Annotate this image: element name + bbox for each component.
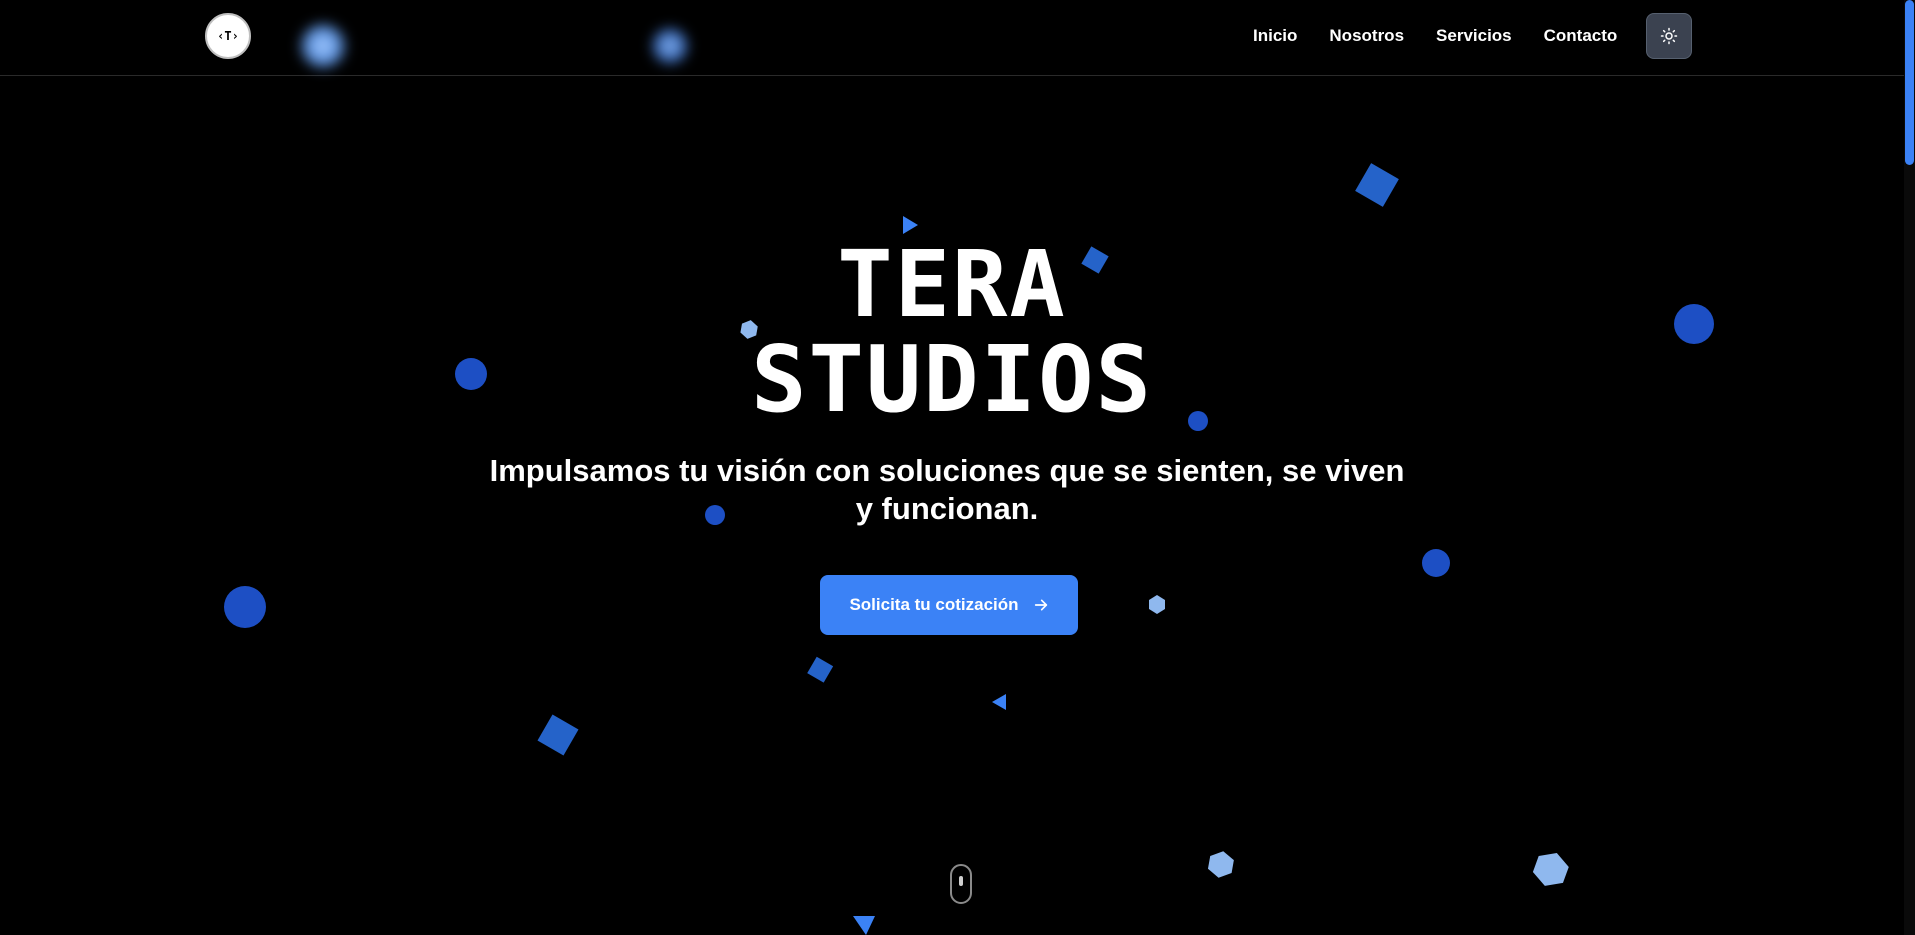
decorative-circle [1422,549,1450,577]
nav-link-nosotros[interactable]: Nosotros [1329,24,1404,48]
nav-link-inicio[interactable]: Inicio [1253,24,1297,48]
main-nav: Inicio Nosotros Servicios Contacto [1253,24,1649,48]
mouse-wheel [959,876,963,886]
decorative-glow [298,22,348,70]
decorative-circle [224,586,266,628]
request-quote-button[interactable]: Solicita tu cotización [820,575,1078,635]
scrollbar-thumb[interactable] [1905,0,1914,165]
mouse-scroll-icon[interactable] [950,864,972,904]
nav-link-contacto[interactable]: Contacto [1544,24,1618,48]
arrow-right-icon [1034,599,1047,611]
decorative-hexagon [1207,851,1234,878]
decorative-hexagon [1149,595,1165,614]
decorative-square [537,714,579,756]
decorative-glow [650,26,690,66]
hero-subtitle: Impulsamos tu visión con soluciones que … [489,453,1405,526]
request-quote-label: Solicita tu cotización [849,595,1019,614]
decorative-square [1355,163,1399,207]
logo-text: ‹T› [217,29,239,43]
hero-title-line-1: TERA [837,231,1067,338]
scrollbar-track[interactable] [1904,0,1915,935]
decorative-square [807,656,834,683]
nav-link-servicios[interactable]: Servicios [1436,24,1512,48]
hero-title-line-2: STUDIOS [751,326,1153,433]
theme-toggle-button[interactable] [1646,13,1692,59]
decorative-triangle [992,694,1006,710]
decorative-triangle [853,916,875,935]
sun-icon [1660,27,1678,45]
logo[interactable]: ‹T› [205,13,251,59]
decorative-hexagon [1532,853,1569,886]
site-header: ‹T› Inicio Nosotros Servicios Contacto [0,0,1904,76]
